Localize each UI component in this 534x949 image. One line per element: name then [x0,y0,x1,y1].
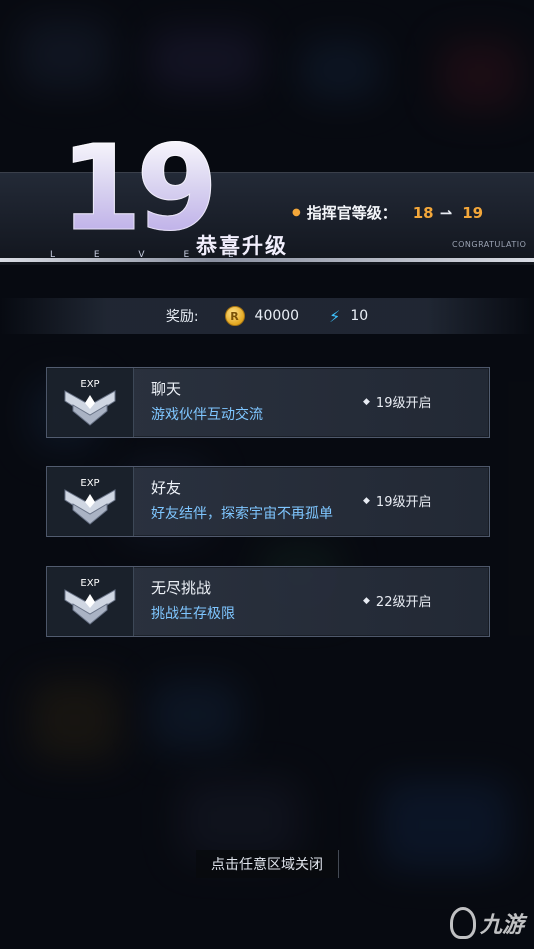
reward-strip: 奖励: R 40000 ⚡ 10 [0,298,534,334]
coin-amount: 40000 [254,308,300,324]
feature-card-endless-challenge: EXP 无尽挑战 挑战生存极限 ◆ 22级开启 [46,566,490,637]
congratulations-text: CONGRATULATIO [452,240,527,249]
watermark-text: 九游 [479,913,524,938]
svg-text:EXP: EXP [80,478,99,489]
exp-badge-icon: EXP [47,368,134,437]
unlock-text: 19级开启 [375,396,432,411]
diamond-icon: ◆ [363,595,370,606]
feature-name: 聊天 [151,380,182,398]
feature-card-friends: EXP 好友 好友结伴，探索宇宙不再孤单 ◆ 19级开启 [46,466,490,537]
energy-amount: 10 [350,308,369,324]
level-from: 18 [412,203,434,222]
feature-card-chat: EXP 聊天 游戏伙伴互动交流 ◆ 19级开启 [46,367,490,438]
feature-description: 好友结伴，探索宇宙不再孤单 [151,506,333,522]
feature-name: 好友 [151,479,182,497]
level-to: 19 [462,203,484,222]
reward-label: 奖励: [165,309,199,325]
svg-text:EXP: EXP [80,578,99,589]
page-title: 恭喜升级 [196,234,288,258]
commander-level-label: 指挥官等级： [306,204,397,222]
bullet-icon: ● [292,207,301,218]
diamond-icon: ◆ [363,495,370,506]
lightning-icon: ⚡ [329,306,341,326]
arrow-icon: ⇀ [439,203,453,222]
unlock-text: 19级开启 [375,495,432,510]
commander-level-change: ● 指挥官等级： 18 ⇀ 19 [292,202,483,223]
unlock-text: 22级开启 [375,595,432,610]
feature-unlock-level: ◆ 19级开启 [363,491,431,510]
level-number: 19 [59,119,218,257]
diamond-icon: ◆ [363,396,370,407]
svg-text:EXP: EXP [80,379,99,390]
close-hint-button[interactable]: 点击任意区域关闭 [196,850,339,878]
exp-badge-icon: EXP [47,567,134,636]
feature-description: 游戏伙伴互动交流 [151,407,263,423]
feature-description: 挑战生存极限 [151,606,235,622]
watermark-logo: 九游 [449,907,524,939]
feature-unlock-level: ◆ 22级开启 [363,591,431,610]
feature-unlock-level: ◆ 19级开启 [363,392,431,411]
coin-icon: R [224,306,245,326]
logo-mark-icon [449,907,476,939]
exp-badge-icon: EXP [47,467,134,536]
feature-name: 无尽挑战 [151,579,212,597]
